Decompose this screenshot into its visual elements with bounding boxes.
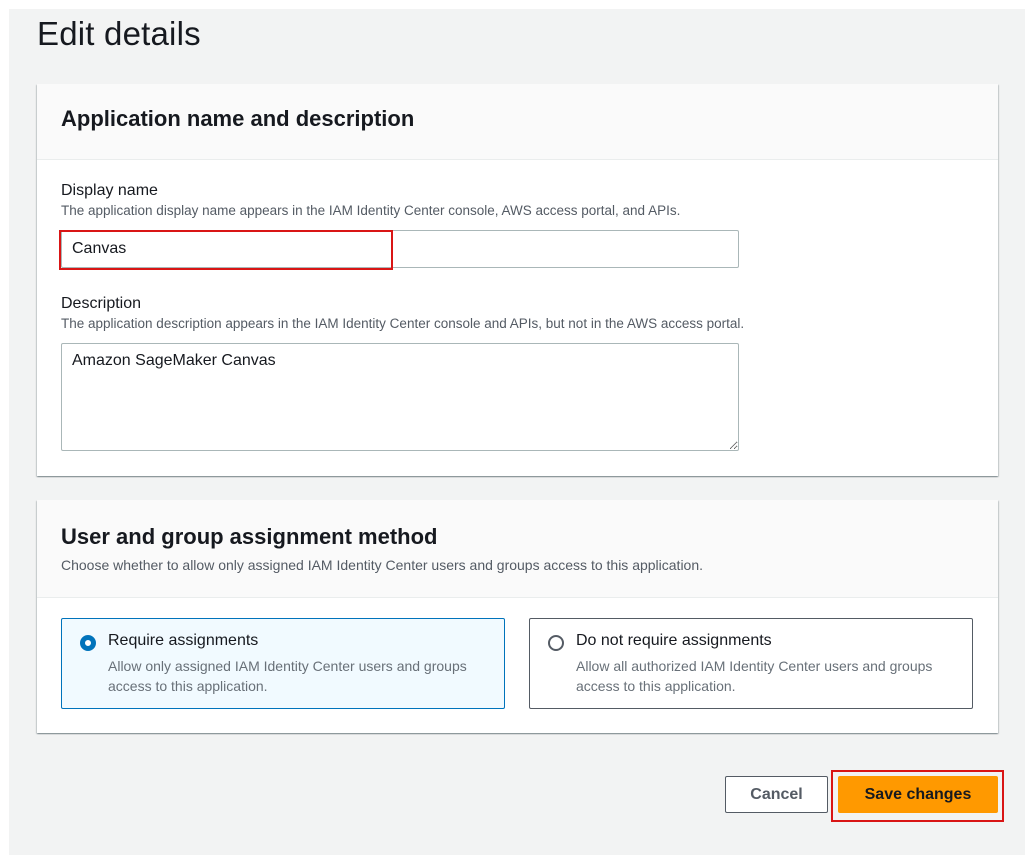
do-not-require-assignments-label: Do not require assignments [576, 632, 772, 649]
app-name-panel-header: Application name and description [37, 84, 998, 160]
display-name-description: The application display name appears in … [61, 203, 681, 218]
page-title: Edit details [37, 15, 201, 52]
require-assignments-description: Allow only assigned IAM Identity Center … [108, 658, 467, 694]
display-name-input[interactable] [61, 230, 739, 268]
save-changes-button[interactable]: Save changes [838, 776, 998, 813]
assignment-method-panel: User and group assignment method Choose … [37, 500, 998, 733]
description-label: Description [61, 295, 142, 312]
app-name-panel-title: Application name and description [61, 106, 415, 131]
display-name-label: Display name [61, 182, 158, 199]
cancel-button[interactable]: Cancel [725, 776, 828, 813]
page-container: Edit details Application name and descri… [9, 9, 1025, 855]
require-assignments-radio[interactable] [80, 635, 96, 651]
description-textarea[interactable]: Amazon SageMaker Canvas [61, 343, 739, 451]
assignment-panel-title: User and group assignment method [61, 524, 438, 549]
do-not-require-assignments-tile[interactable]: Do not require assignments Allow all aut… [529, 618, 973, 709]
app-name-panel: Application name and description Display… [37, 84, 998, 476]
require-assignments-tile[interactable]: Require assignments Allow only assigned … [61, 618, 505, 709]
description-description: The application description appears in t… [61, 316, 745, 331]
require-assignments-label: Require assignments [108, 632, 259, 649]
do-not-require-assignments-radio[interactable] [548, 635, 564, 651]
do-not-require-assignments-description: Allow all authorized IAM Identity Center… [576, 658, 933, 694]
assignment-panel-header: User and group assignment method Choose … [37, 500, 998, 598]
description-field: Description The application description … [61, 295, 744, 331]
assignment-panel-description: Choose whether to allow only assigned IA… [61, 557, 704, 573]
display-name-field: Display name The application display nam… [61, 182, 680, 218]
